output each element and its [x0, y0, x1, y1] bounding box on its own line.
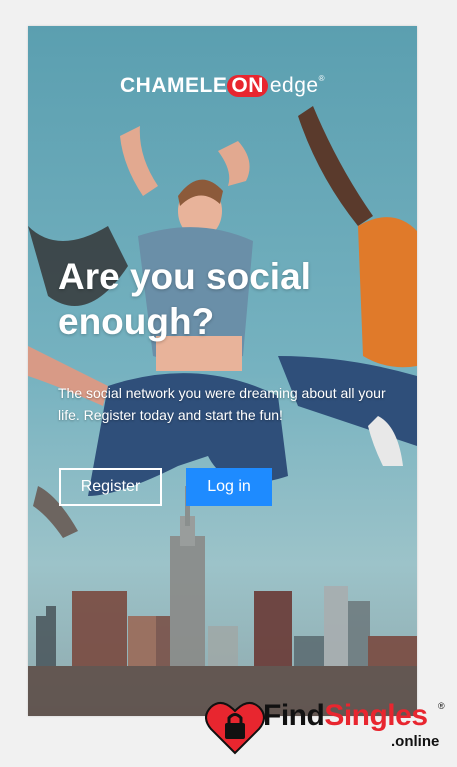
brand-logo[interactable]: CHAMELE ON edge®: [28, 74, 417, 98]
watermark-find-text: Find: [263, 699, 325, 732]
login-button[interactable]: Log in: [186, 468, 272, 506]
logo-text-secondary: edge: [269, 74, 319, 97]
hero-headline: Are you social enough?: [58, 256, 311, 342]
hero-photo: [28, 26, 417, 716]
watermark-registered-mark: ®: [438, 701, 445, 711]
logo-on-badge: ON: [227, 75, 268, 97]
landing-page: CHAMELE ON edge® Are you social enough? Th…: [28, 26, 417, 716]
watermark-domain-text: .online: [391, 733, 440, 750]
logo-text-primary: CHAMELE: [120, 74, 228, 97]
register-button[interactable]: Register: [59, 468, 162, 506]
heart-lock-icon: [205, 702, 265, 755]
findsingles-watermark: FindSingles .online ®: [205, 697, 457, 757]
watermark-brand-text: FindSingles: [263, 699, 428, 733]
hero-subtext: The social network you were dreaming abo…: [58, 385, 386, 423]
watermark-singles-text: Singles: [324, 699, 428, 732]
logo-registered-mark: ®: [318, 74, 325, 83]
